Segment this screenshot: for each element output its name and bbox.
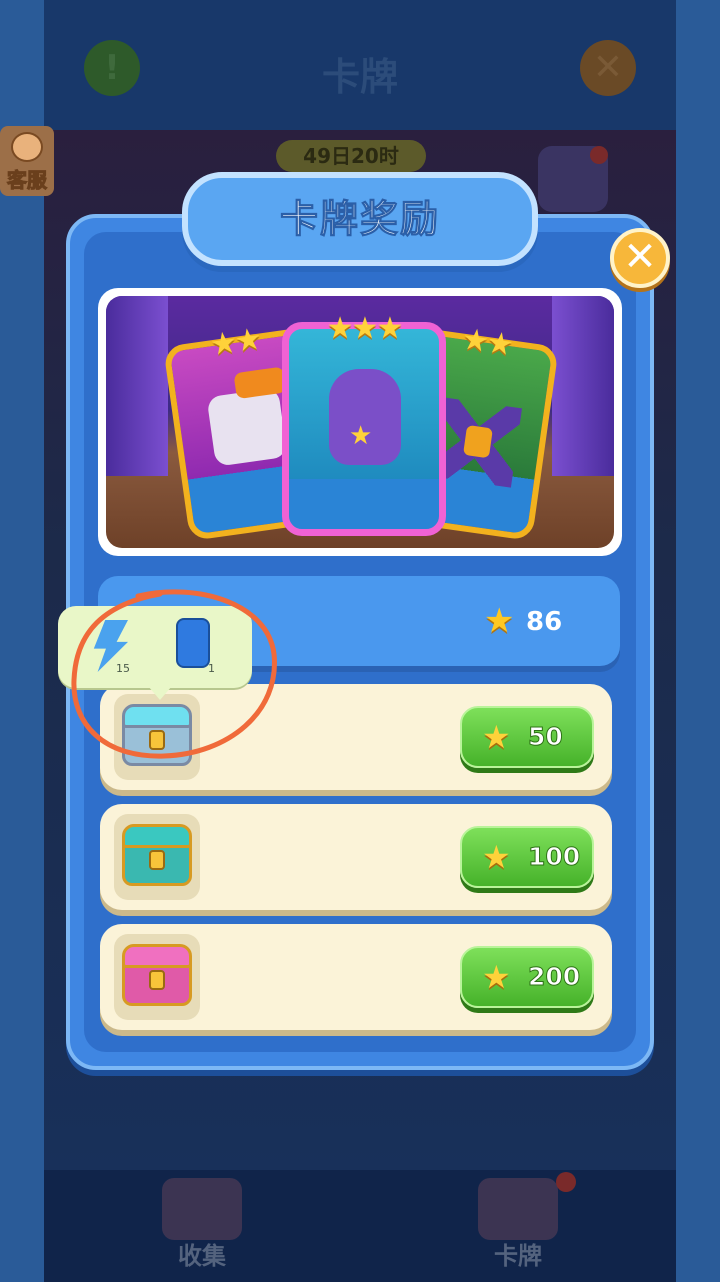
claim-button-50[interactable]: ★ 50 [460,706,594,768]
collection-icon [162,1178,242,1240]
silver-chest-icon[interactable] [114,694,200,780]
customer-service-label: 客服 [7,168,48,193]
customer-service-button[interactable]: 客服 [0,126,54,196]
rover-cannon [233,366,287,400]
dialog-title: 卡牌奖励 [279,197,440,242]
top-close-button[interactable]: ✕ [580,40,636,96]
card-monster: ★★★ ★ [282,311,446,536]
card-stars: ★★★ [326,311,404,346]
star-icon: ★ [482,718,511,756]
item-count: 15 [116,662,130,675]
star-icon: ★ [482,958,511,996]
right-letterbox [676,0,720,1282]
curtain-right [552,296,614,476]
cost-label: 200 [527,962,581,992]
notification-dot [556,1172,576,1192]
dialog-title-tab: 卡牌奖励 [182,172,538,266]
tab-label: 收集 [178,1242,226,1270]
curtain-left [106,296,168,476]
lock-icon [149,850,165,870]
cards-icon [478,1178,558,1240]
avatar-icon [11,132,43,162]
star-icon: ★ [484,601,515,641]
cost-label: 100 [527,842,581,872]
bottom-tab-bar: 收集 卡牌 [44,1170,676,1282]
tooltip-pointer [148,686,172,700]
star-icon: ★ [349,421,373,451]
star-icon: ★ [482,838,511,876]
top-bar: ! 卡牌 ✕ [44,0,676,130]
close-icon: ✕ [592,47,624,88]
close-icon: ✕ [623,234,657,280]
pouch-icon [176,618,210,668]
card-showcase-banner: ★★ ★★ ★★★ ★ [98,288,622,556]
gold-chest-icon[interactable] [114,814,200,900]
chest-contents-tooltip: 15 1 [58,606,252,688]
dialog-close-button[interactable]: ✕ [610,228,670,288]
reward-row-gold: ★ 100 [100,804,612,910]
tab-cards[interactable]: 卡牌 [360,1170,676,1282]
pink-chest-icon[interactable] [114,934,200,1020]
notification-dot [590,146,608,164]
lock-icon [149,730,165,750]
reward-row-silver: ★ 50 [100,684,612,790]
item-count: 1 [208,662,215,675]
cost-label: 50 [528,722,564,752]
tab-label: 卡牌 [494,1242,542,1270]
event-timer: 49日20时 [276,140,426,172]
tab-collection[interactable]: 收集 [44,1170,360,1282]
rover-illustration [206,387,288,467]
chest-lid [122,704,192,728]
stage-scene: ★★ ★★ ★★★ ★ [106,296,614,548]
reward-row-pink: ★ 200 [100,924,612,1030]
satellite-core [463,424,493,459]
claim-button-200[interactable]: ★ 200 [460,946,594,1008]
chest-lid [122,824,192,848]
lock-icon [149,970,165,990]
chest-lid [122,944,192,968]
claim-button-100[interactable]: ★ 100 [460,826,594,888]
total-stars-value: 86 [526,607,563,637]
